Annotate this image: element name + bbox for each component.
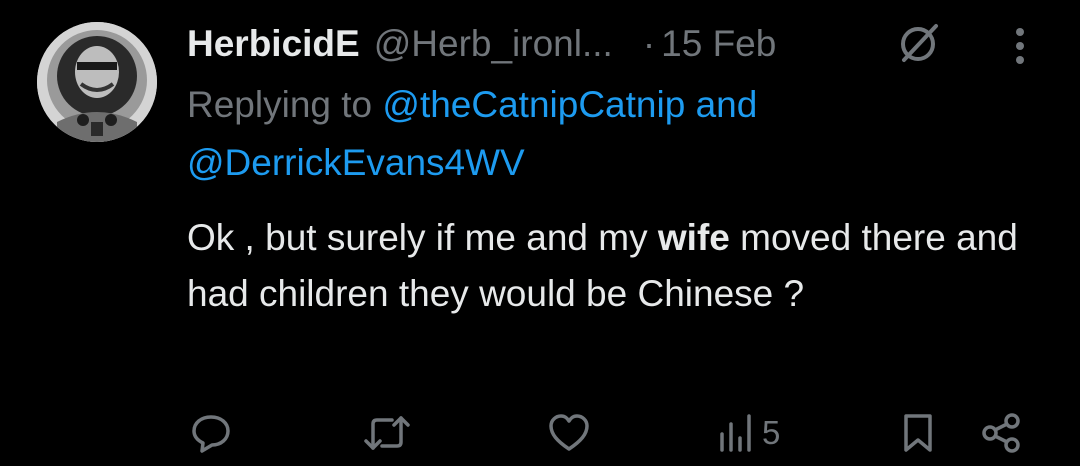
reply-icon — [192, 415, 230, 453]
separator-dot: · — [642, 23, 656, 64]
retweet-button[interactable] — [362, 410, 412, 456]
share-button[interactable] — [978, 410, 1024, 456]
mention-link[interactable]: @DerrickEvans4WV — [187, 142, 525, 183]
tweet-date[interactable]: 15 Feb — [661, 23, 776, 65]
more-options-icon[interactable] — [1005, 24, 1035, 68]
tweet-text-part: Ok , but surely if me and my — [187, 217, 658, 258]
like-button[interactable] — [546, 410, 592, 456]
tweet-header: HerbicidE @Herb_ironl... · 15 Feb — [187, 16, 776, 72]
mention-joiner[interactable]: and — [685, 84, 758, 125]
bookmark-icon — [904, 414, 932, 452]
retweet-icon — [364, 416, 410, 450]
user-handle[interactable]: @Herb_ironl... — [374, 23, 613, 65]
heart-icon — [549, 414, 589, 451]
views-button[interactable]: 5 — [716, 410, 780, 456]
share-icon — [982, 413, 1020, 453]
views-bar-chart-icon — [720, 414, 751, 452]
tweet-text: Ok , but surely if me and my wife moved … — [187, 210, 1037, 322]
avatar[interactable] — [37, 22, 157, 142]
tweet-text-bold: wife — [657, 217, 730, 258]
reply-button[interactable] — [188, 410, 234, 456]
grok-icon[interactable] — [896, 20, 942, 66]
astronaut-avatar-image — [37, 22, 157, 142]
replying-prefix: Replying to — [187, 84, 383, 125]
views-count: 5 — [762, 414, 781, 451]
display-name[interactable]: HerbicidE — [187, 23, 360, 65]
replying-to: Replying to @theCatnipCatnip and @Derric… — [187, 76, 1007, 192]
bookmark-button[interactable] — [898, 410, 938, 456]
mention-link[interactable]: @theCatnipCatnip — [382, 84, 685, 125]
